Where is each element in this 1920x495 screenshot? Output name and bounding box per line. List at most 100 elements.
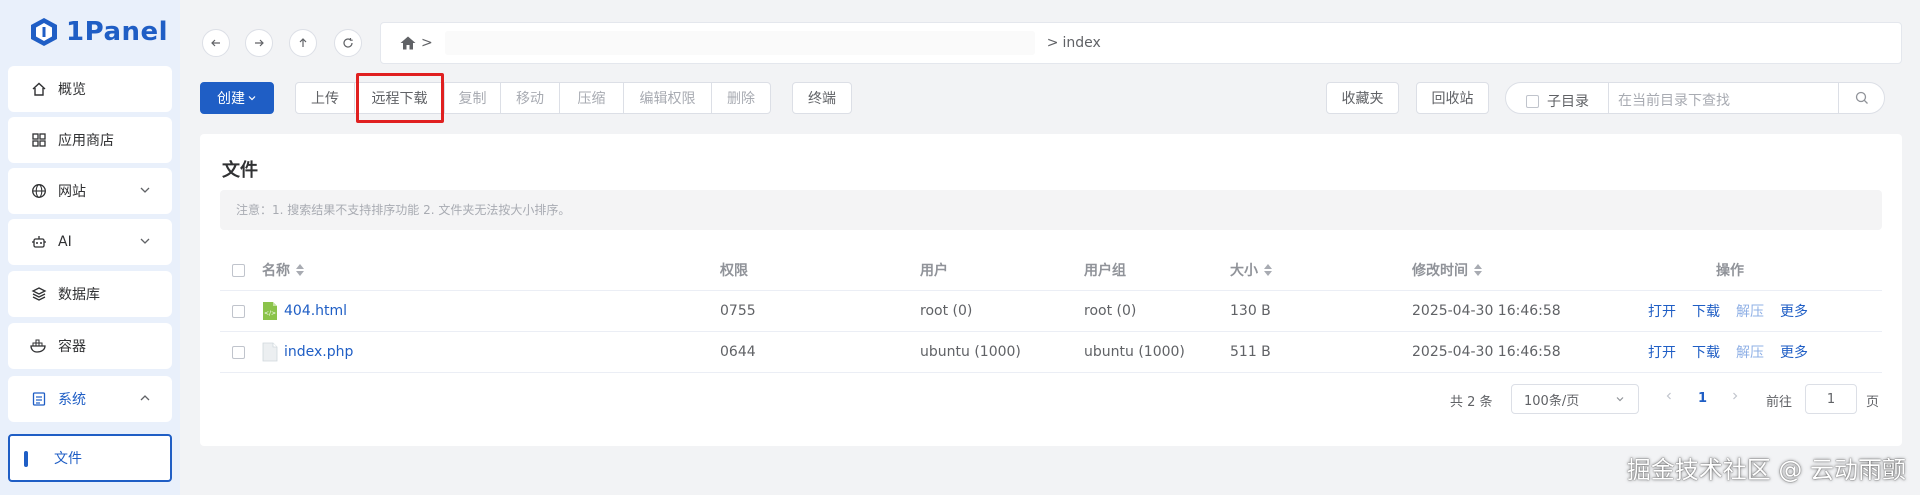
- file-name-cell[interactable]: index.php: [262, 332, 353, 372]
- sidebar-item-label: 容器: [58, 339, 86, 355]
- sidebar-item-website[interactable]: 网站: [8, 168, 172, 214]
- compress-label: 压缩: [577, 91, 606, 107]
- pagination-total: 共 2 条: [1450, 395, 1493, 410]
- sidebar: 1Panel 概览 应用商店 网站 AI 数据库 容器 系统 文件: [0, 0, 180, 495]
- column-user: 用户: [920, 250, 948, 290]
- up-button[interactable]: [289, 29, 317, 57]
- select-all-checkbox[interactable]: [232, 250, 245, 290]
- goto-page-input[interactable]: 1: [1805, 384, 1857, 414]
- column-label: 名称: [262, 263, 290, 279]
- recycle-bin-button[interactable]: 回收站: [1416, 82, 1489, 114]
- search-icon: [1855, 91, 1868, 104]
- column-modified[interactable]: 修改时间: [1412, 250, 1482, 290]
- terminal-label: 终端: [808, 91, 836, 107]
- html-file-icon: </>: [263, 302, 277, 320]
- sidebar-item-overview[interactable]: 概览: [8, 66, 172, 112]
- chevron-down-icon: [248, 96, 256, 101]
- file-name-cell[interactable]: </> 404.html: [262, 291, 347, 331]
- open-link[interactable]: 打开: [1648, 342, 1676, 362]
- column-permission: 权限: [720, 250, 748, 290]
- home-icon[interactable]: [399, 35, 417, 51]
- user-cell[interactable]: ubuntu (1000): [920, 332, 1021, 372]
- next-page-button[interactable]: [1730, 391, 1740, 401]
- path-segment-current[interactable]: index: [1062, 35, 1100, 51]
- sort-icon: [296, 264, 304, 276]
- page-number[interactable]: 1: [1698, 391, 1707, 406]
- download-link[interactable]: 下载: [1692, 301, 1720, 321]
- file-name[interactable]: index.php: [284, 344, 353, 360]
- forward-button[interactable]: [245, 29, 273, 57]
- more-link[interactable]: 更多: [1780, 342, 1808, 362]
- sort-icon: [1474, 264, 1482, 276]
- column-name[interactable]: 名称: [262, 250, 304, 290]
- page-title: 文件: [222, 160, 258, 181]
- checkbox[interactable]: [1526, 94, 1539, 108]
- refresh-icon: [343, 38, 353, 48]
- download-link[interactable]: 下载: [1692, 342, 1720, 362]
- open-link[interactable]: 打开: [1648, 301, 1676, 321]
- sidebar-item-database[interactable]: 数据库: [8, 271, 172, 317]
- refresh-button[interactable]: [334, 29, 362, 57]
- copy-button[interactable]: 复制: [444, 82, 501, 114]
- group-cell[interactable]: ubuntu (1000): [1084, 332, 1185, 372]
- column-label: 操作: [1716, 263, 1744, 279]
- user-cell[interactable]: root (0): [920, 291, 972, 331]
- divider: [1608, 83, 1609, 113]
- robot-icon: [30, 233, 48, 251]
- remote-download-button[interactable]: 远程下载: [354, 82, 445, 114]
- sidebar-item-label: 应用商店: [58, 133, 114, 149]
- path-segment-redacted[interactable]: [444, 31, 1035, 55]
- back-button[interactable]: [202, 29, 230, 57]
- path-separator: >: [1046, 35, 1059, 51]
- favorites-button[interactable]: 收藏夹: [1326, 82, 1399, 114]
- row-checkbox[interactable]: [232, 332, 245, 372]
- column-size[interactable]: 大小: [1230, 250, 1272, 290]
- column-label: 权限: [720, 263, 748, 279]
- database-icon: [30, 285, 48, 303]
- terminal-button[interactable]: 终端: [792, 82, 852, 114]
- path-bar[interactable]: > > index: [380, 22, 1902, 64]
- recycle-bin-label: 回收站: [1431, 91, 1474, 107]
- page-size-select[interactable]: 100条/页: [1511, 384, 1639, 414]
- sidebar-subitem-files[interactable]: 文件: [8, 434, 172, 482]
- sidebar-item-ai[interactable]: AI: [8, 219, 172, 265]
- modified-cell: 2025-04-30 16:46:58: [1412, 303, 1561, 319]
- sidebar-item-container[interactable]: 容器: [8, 323, 172, 369]
- delete-button[interactable]: 删除: [711, 82, 771, 114]
- column-group: 用户组: [1084, 250, 1126, 290]
- sidebar-item-app-store[interactable]: 应用商店: [8, 117, 172, 163]
- permission-cell[interactable]: 0644: [720, 332, 756, 372]
- size-cell: 130 B: [1230, 303, 1271, 319]
- subdir-checkbox[interactable]: 子目录: [1526, 91, 1589, 111]
- extract-link[interactable]: 解压: [1736, 301, 1764, 321]
- edit-permission-button[interactable]: 编辑权限: [623, 82, 712, 114]
- extract-link[interactable]: 解压: [1736, 342, 1764, 362]
- svg-text:</>: </>: [264, 310, 276, 317]
- move-label: 移动: [516, 91, 544, 107]
- file-name[interactable]: 404.html: [284, 303, 347, 319]
- chevron-up-icon: [140, 395, 150, 401]
- subdir-label: 子目录: [1547, 94, 1589, 110]
- sidebar-item-system[interactable]: 系统: [8, 376, 172, 422]
- search-button[interactable]: [1838, 83, 1884, 113]
- column-label: 修改时间: [1412, 263, 1468, 279]
- more-link[interactable]: 更多: [1780, 301, 1808, 321]
- favorites-label: 收藏夹: [1341, 91, 1384, 107]
- create-button[interactable]: 创建: [200, 82, 274, 114]
- system-icon: [30, 390, 48, 408]
- permission-cell[interactable]: 0755: [720, 291, 756, 331]
- file-icon: [262, 342, 278, 362]
- chevron-down-icon: [1616, 397, 1624, 402]
- move-button[interactable]: 移动: [500, 82, 560, 114]
- group-cell[interactable]: root (0): [1084, 291, 1136, 331]
- search-input[interactable]: 在当前目录下查找: [1618, 90, 1730, 110]
- remote-download-label: 远程下载: [371, 91, 428, 107]
- upload-button[interactable]: 上传: [295, 82, 355, 114]
- prev-page-button[interactable]: [1664, 391, 1674, 401]
- row-checkbox[interactable]: [232, 291, 245, 331]
- create-label: 创建: [217, 91, 245, 107]
- column-actions: 操作: [1716, 250, 1744, 290]
- logo[interactable]: 1Panel: [30, 12, 168, 52]
- sidebar-item-label: AI: [58, 234, 72, 250]
- compress-button[interactable]: 压缩: [559, 82, 624, 114]
